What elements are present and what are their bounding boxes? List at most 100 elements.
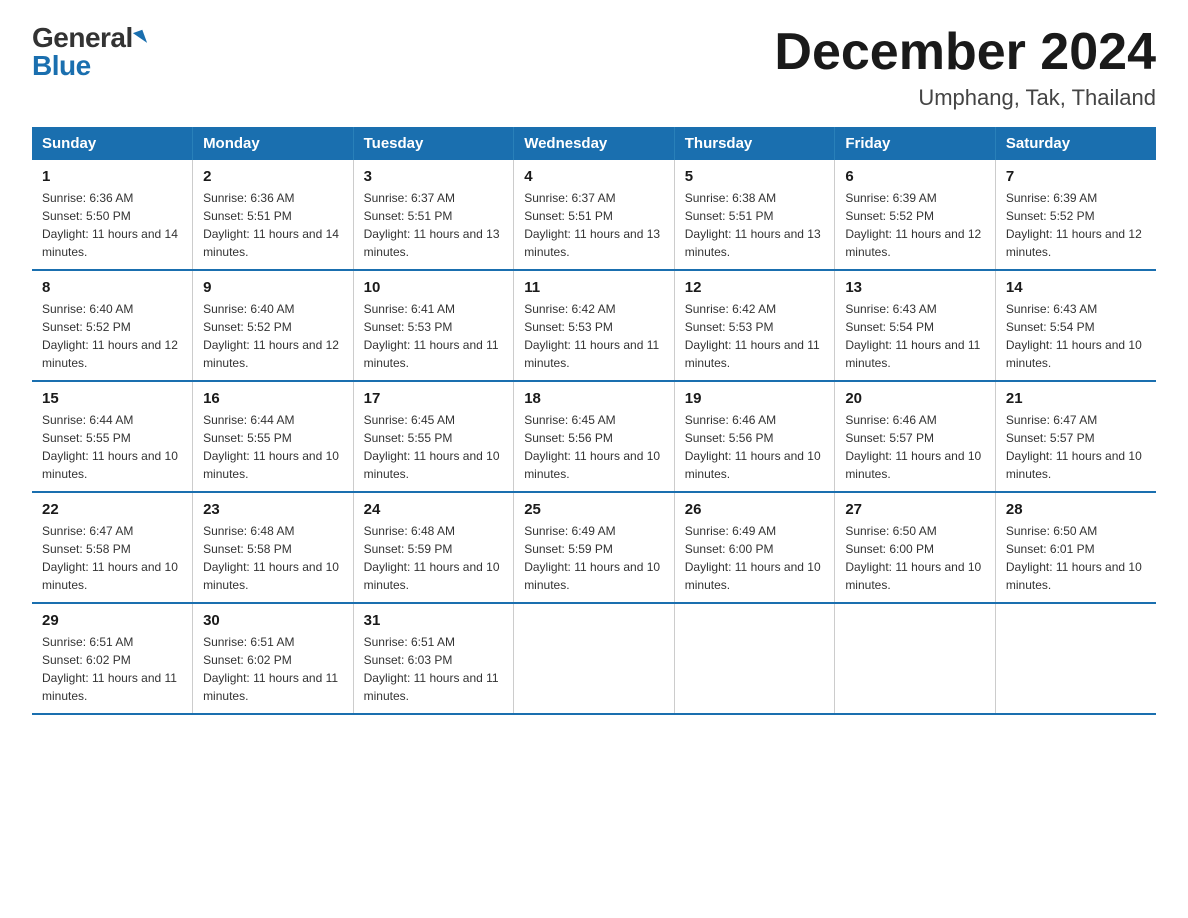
calendar-cell: 22 Sunrise: 6:47 AMSunset: 5:58 PMDayligh… (32, 492, 193, 603)
title-block: December 2024 Umphang, Tak, Thailand (774, 24, 1156, 111)
calendar-cell: 9 Sunrise: 6:40 AMSunset: 5:52 PMDaylight… (193, 270, 354, 381)
day-number: 25 (524, 501, 664, 518)
calendar-cell: 17 Sunrise: 6:45 AMSunset: 5:55 PMDayligh… (353, 381, 514, 492)
day-number: 2 (203, 168, 343, 185)
calendar-cell: 27 Sunrise: 6:50 AMSunset: 6:00 PMDayligh… (835, 492, 996, 603)
day-number: 28 (1006, 501, 1146, 518)
day-number: 4 (524, 168, 664, 185)
day-info: Sunrise: 6:37 AMSunset: 5:51 PMDaylight:… (364, 189, 504, 261)
day-info: Sunrise: 6:42 AMSunset: 5:53 PMDaylight:… (685, 300, 825, 372)
header-sunday: Sunday (32, 127, 193, 160)
logo-general-text: General (32, 24, 133, 52)
day-info: Sunrise: 6:41 AMSunset: 5:53 PMDaylight:… (364, 300, 504, 372)
header-wednesday: Wednesday (514, 127, 675, 160)
day-number: 15 (42, 390, 182, 407)
calendar-title: December 2024 (774, 24, 1156, 81)
calendar-cell: 18 Sunrise: 6:45 AMSunset: 5:56 PMDayligh… (514, 381, 675, 492)
day-number: 18 (524, 390, 664, 407)
weekday-header-row: SundayMondayTuesdayWednesdayThursdayFrid… (32, 127, 1156, 160)
day-number: 9 (203, 279, 343, 296)
calendar-cell: 7 Sunrise: 6:39 AMSunset: 5:52 PMDaylight… (995, 160, 1156, 270)
calendar-body: 1 Sunrise: 6:36 AMSunset: 5:50 PMDaylight… (32, 160, 1156, 714)
day-info: Sunrise: 6:48 AMSunset: 5:58 PMDaylight:… (203, 522, 343, 594)
calendar-table: SundayMondayTuesdayWednesdayThursdayFrid… (32, 127, 1156, 715)
day-info: Sunrise: 6:48 AMSunset: 5:59 PMDaylight:… (364, 522, 504, 594)
day-info: Sunrise: 6:36 AMSunset: 5:50 PMDaylight:… (42, 189, 182, 261)
day-info: Sunrise: 6:40 AMSunset: 5:52 PMDaylight:… (203, 300, 343, 372)
calendar-cell (674, 603, 835, 714)
day-info: Sunrise: 6:39 AMSunset: 5:52 PMDaylight:… (845, 189, 985, 261)
day-info: Sunrise: 6:51 AMSunset: 6:03 PMDaylight:… (364, 633, 504, 705)
day-info: Sunrise: 6:50 AMSunset: 6:01 PMDaylight:… (1006, 522, 1146, 594)
day-info: Sunrise: 6:45 AMSunset: 5:56 PMDaylight:… (524, 411, 664, 483)
calendar-cell: 11 Sunrise: 6:42 AMSunset: 5:53 PMDayligh… (514, 270, 675, 381)
calendar-header: SundayMondayTuesdayWednesdayThursdayFrid… (32, 127, 1156, 160)
day-info: Sunrise: 6:44 AMSunset: 5:55 PMDaylight:… (42, 411, 182, 483)
calendar-cell: 13 Sunrise: 6:43 AMSunset: 5:54 PMDayligh… (835, 270, 996, 381)
day-info: Sunrise: 6:36 AMSunset: 5:51 PMDaylight:… (203, 189, 343, 261)
page-header: General Blue December 2024 Umphang, Tak,… (32, 24, 1156, 111)
day-info: Sunrise: 6:43 AMSunset: 5:54 PMDaylight:… (845, 300, 985, 372)
calendar-cell: 31 Sunrise: 6:51 AMSunset: 6:03 PMDayligh… (353, 603, 514, 714)
calendar-cell: 3Sunrise: 6:37 AMSunset: 5:51 PMDaylight… (353, 160, 514, 270)
calendar-cell: 6 Sunrise: 6:39 AMSunset: 5:52 PMDaylight… (835, 160, 996, 270)
calendar-cell: 28 Sunrise: 6:50 AMSunset: 6:01 PMDayligh… (995, 492, 1156, 603)
calendar-cell: 12 Sunrise: 6:42 AMSunset: 5:53 PMDayligh… (674, 270, 835, 381)
calendar-cell: 21Sunrise: 6:47 AMSunset: 5:57 PMDayligh… (995, 381, 1156, 492)
week-row-4: 22 Sunrise: 6:47 AMSunset: 5:58 PMDayligh… (32, 492, 1156, 603)
day-number: 10 (364, 279, 504, 296)
header-thursday: Thursday (674, 127, 835, 160)
day-info: Sunrise: 6:50 AMSunset: 6:00 PMDaylight:… (845, 522, 985, 594)
day-number: 19 (685, 390, 825, 407)
logo-arrow-icon (133, 30, 147, 47)
day-info: Sunrise: 6:51 AMSunset: 6:02 PMDaylight:… (203, 633, 343, 705)
calendar-cell: 4 Sunrise: 6:37 AMSunset: 5:51 PMDaylight… (514, 160, 675, 270)
day-info: Sunrise: 6:42 AMSunset: 5:53 PMDaylight:… (524, 300, 664, 372)
day-number: 26 (685, 501, 825, 518)
logo-blue-text: Blue (32, 52, 91, 80)
day-number: 8 (42, 279, 182, 296)
day-info: Sunrise: 6:47 AMSunset: 5:57 PMDaylight:… (1006, 411, 1146, 483)
day-info: Sunrise: 6:37 AMSunset: 5:51 PMDaylight:… (524, 189, 664, 261)
day-number: 5 (685, 168, 825, 185)
day-number: 30 (203, 612, 343, 629)
day-number: 12 (685, 279, 825, 296)
header-monday: Monday (193, 127, 354, 160)
day-number: 1 (42, 168, 182, 185)
day-number: 14 (1006, 279, 1146, 296)
day-info: Sunrise: 6:46 AMSunset: 5:57 PMDaylight:… (845, 411, 985, 483)
day-number: 29 (42, 612, 182, 629)
day-info: Sunrise: 6:45 AMSunset: 5:55 PMDaylight:… (364, 411, 504, 483)
day-number: 6 (845, 168, 985, 185)
day-info: Sunrise: 6:43 AMSunset: 5:54 PMDaylight:… (1006, 300, 1146, 372)
week-row-5: 29 Sunrise: 6:51 AMSunset: 6:02 PMDayligh… (32, 603, 1156, 714)
header-friday: Friday (835, 127, 996, 160)
calendar-cell: 19Sunrise: 6:46 AMSunset: 5:56 PMDayligh… (674, 381, 835, 492)
calendar-cell: 30 Sunrise: 6:51 AMSunset: 6:02 PMDayligh… (193, 603, 354, 714)
day-info: Sunrise: 6:47 AMSunset: 5:58 PMDaylight:… (42, 522, 182, 594)
day-number: 17 (364, 390, 504, 407)
day-number: 11 (524, 279, 664, 296)
day-info: Sunrise: 6:38 AMSunset: 5:51 PMDaylight:… (685, 189, 825, 261)
calendar-location: Umphang, Tak, Thailand (774, 85, 1156, 111)
day-number: 23 (203, 501, 343, 518)
calendar-cell (995, 603, 1156, 714)
day-info: Sunrise: 6:39 AMSunset: 5:52 PMDaylight:… (1006, 189, 1146, 261)
day-number: 7 (1006, 168, 1146, 185)
day-number: 20 (845, 390, 985, 407)
day-number: 27 (845, 501, 985, 518)
header-saturday: Saturday (995, 127, 1156, 160)
calendar-cell: 1 Sunrise: 6:36 AMSunset: 5:50 PMDaylight… (32, 160, 193, 270)
day-info: Sunrise: 6:51 AMSunset: 6:02 PMDaylight:… (42, 633, 182, 705)
logo: General Blue (32, 24, 145, 80)
day-number: 31 (364, 612, 504, 629)
day-number: 13 (845, 279, 985, 296)
day-number: 22 (42, 501, 182, 518)
calendar-cell: 15 Sunrise: 6:44 AMSunset: 5:55 PMDayligh… (32, 381, 193, 492)
calendar-cell: 24Sunrise: 6:48 AMSunset: 5:59 PMDayligh… (353, 492, 514, 603)
calendar-cell: 5 Sunrise: 6:38 AMSunset: 5:51 PMDaylight… (674, 160, 835, 270)
calendar-cell: 20 Sunrise: 6:46 AMSunset: 5:57 PMDayligh… (835, 381, 996, 492)
calendar-cell: 10 Sunrise: 6:41 AMSunset: 5:53 PMDayligh… (353, 270, 514, 381)
week-row-1: 1 Sunrise: 6:36 AMSunset: 5:50 PMDaylight… (32, 160, 1156, 270)
calendar-cell: 14 Sunrise: 6:43 AMSunset: 5:54 PMDayligh… (995, 270, 1156, 381)
